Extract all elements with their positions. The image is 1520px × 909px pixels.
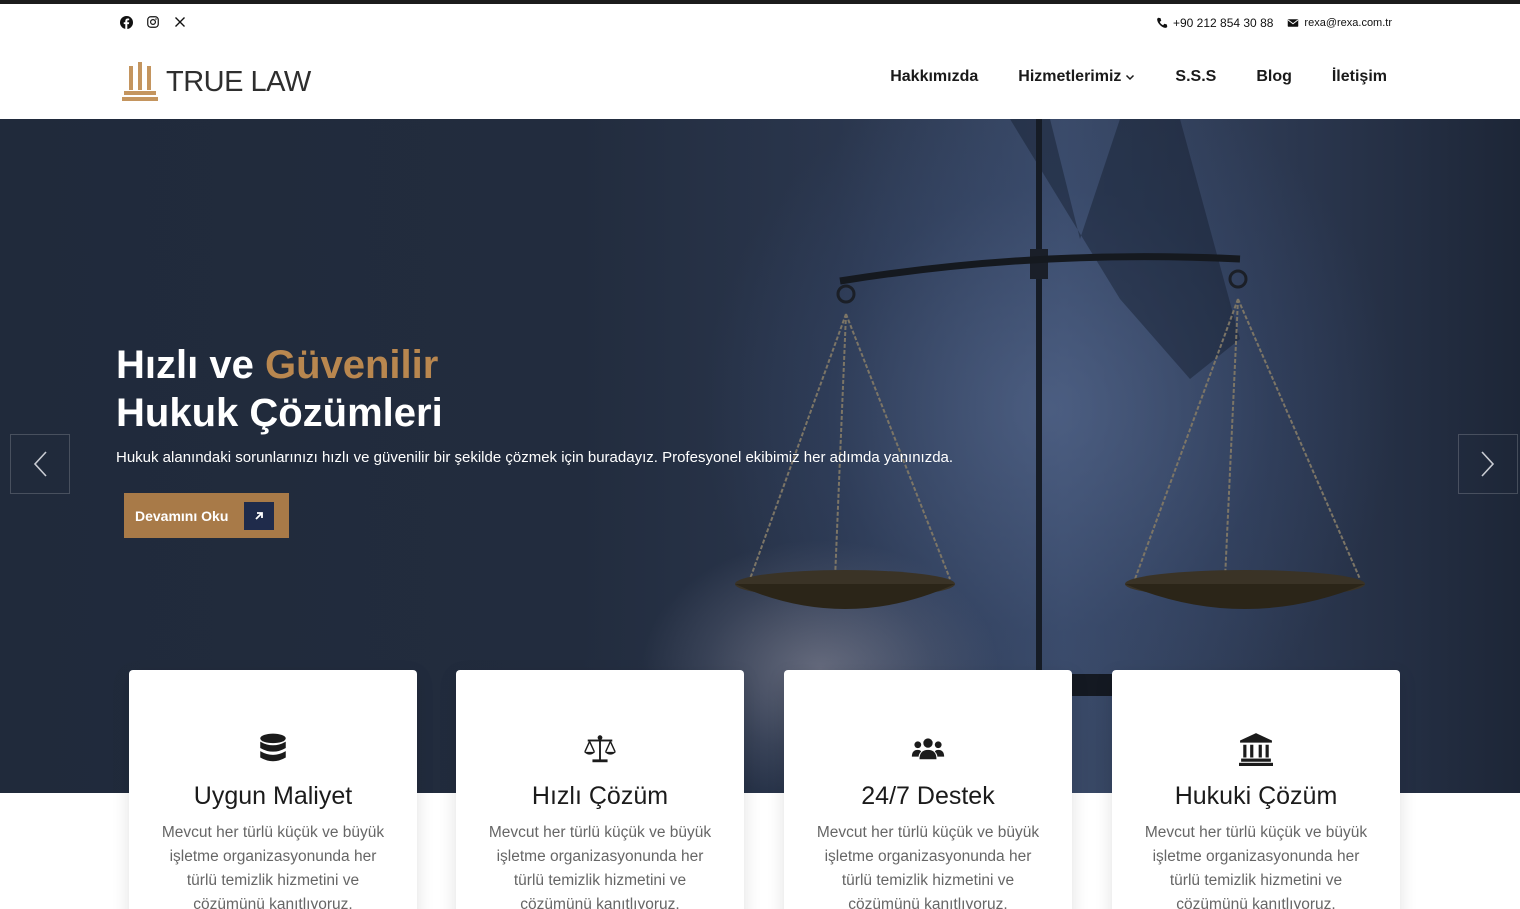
phone-icon — [1157, 17, 1168, 28]
x-twitter-icon[interactable] — [173, 15, 187, 29]
slider-next-button[interactable] — [1458, 434, 1518, 494]
email-contact[interactable]: rexa@rexa.com.tr — [1287, 16, 1392, 30]
nav-blog[interactable]: Blog — [1256, 68, 1292, 86]
feature-card: Hukuki Çözüm Mevcut her türlü küçük ve b… — [1112, 670, 1400, 909]
feature-card: Hızlı Çözüm Mevcut her türlü küçük ve bü… — [456, 670, 744, 909]
site-header: TRUE LAW Hakkımızda Hizmetlerimiz S.S.S … — [0, 42, 1520, 119]
hero-title: Hızlı ve Güvenilir Hukuk Çözümleri — [116, 341, 443, 437]
nav-contact[interactable]: İletişim — [1332, 68, 1387, 86]
feature-title: Hızlı Çözüm — [531, 782, 669, 810]
feature-title: Hukuki Çözüm — [1174, 782, 1338, 810]
feature-title: Uygun Maliyet — [193, 782, 353, 810]
nav-about[interactable]: Hakkımızda — [890, 68, 978, 86]
feature-text: Mevcut her türlü küçük ve büyük işletme … — [816, 824, 1040, 909]
feature-text: Mevcut her türlü küçük ve büyük işletme … — [161, 824, 385, 909]
feature-card: Uygun Maliyet Mevcut her türlü küçük ve … — [129, 670, 417, 909]
nav-faq[interactable]: S.S.S — [1175, 68, 1216, 86]
bank-icon — [1239, 733, 1273, 766]
phone-contact[interactable]: +90 212 854 30 88 — [1156, 16, 1273, 30]
feature-cards: Uygun Maliyet Mevcut her türlü küçük ve … — [0, 670, 1520, 909]
nav-services-label: Hizmetlerimiz — [1018, 68, 1122, 85]
chevron-right-icon — [1481, 451, 1495, 477]
feature-text: Mevcut her türlü küçük ve büyük işletme … — [1144, 824, 1368, 909]
logo-text: TRUE LAW — [166, 65, 311, 98]
feature-title: 24/7 Destek — [861, 782, 995, 810]
database-icon — [260, 733, 286, 762]
hero-title-line2: Hukuk Çözümleri — [116, 391, 443, 435]
feature-text: Mevcut her türlü küçük ve büyük işletme … — [488, 824, 712, 909]
feature-card: 24/7 Destek Mevcut her türlü küçük ve bü… — [784, 670, 1072, 909]
logo[interactable]: TRUE LAW — [122, 60, 311, 104]
instagram-icon[interactable] — [146, 15, 160, 29]
envelope-icon — [1288, 19, 1299, 27]
scale-icon — [583, 735, 617, 763]
arrow-up-right-icon — [244, 501, 275, 530]
pillars-logo-icon — [122, 62, 158, 101]
top-bar: +90 212 854 30 88 rexa@rexa.com.tr — [0, 4, 1520, 42]
chevron-left-icon — [33, 451, 47, 477]
main-nav: Hakkımızda Hizmetlerimiz S.S.S Blog İlet… — [890, 68, 1387, 86]
read-more-label: Devamını Oku — [135, 507, 229, 524]
nav-services[interactable]: Hizmetlerimiz — [1018, 68, 1135, 86]
users-icon — [911, 738, 945, 760]
contact-info: +90 212 854 30 88 rexa@rexa.com.tr — [1156, 16, 1392, 30]
slider-prev-button[interactable] — [10, 434, 70, 494]
phone-number: +90 212 854 30 88 — [1172, 16, 1274, 30]
email-address: rexa@rexa.com.tr — [1304, 17, 1392, 29]
hero-subtitle: Hukuk alanındaki sorunlarınızı hızlı ve … — [116, 449, 954, 466]
hero-title-accent: Güvenilir — [264, 343, 439, 387]
hero-title-part1: Hızlı ve — [116, 343, 265, 387]
chevron-down-icon — [1126, 74, 1135, 81]
social-links — [119, 15, 187, 29]
facebook-icon[interactable] — [119, 15, 133, 29]
read-more-button[interactable]: Devamını Oku — [124, 493, 289, 538]
